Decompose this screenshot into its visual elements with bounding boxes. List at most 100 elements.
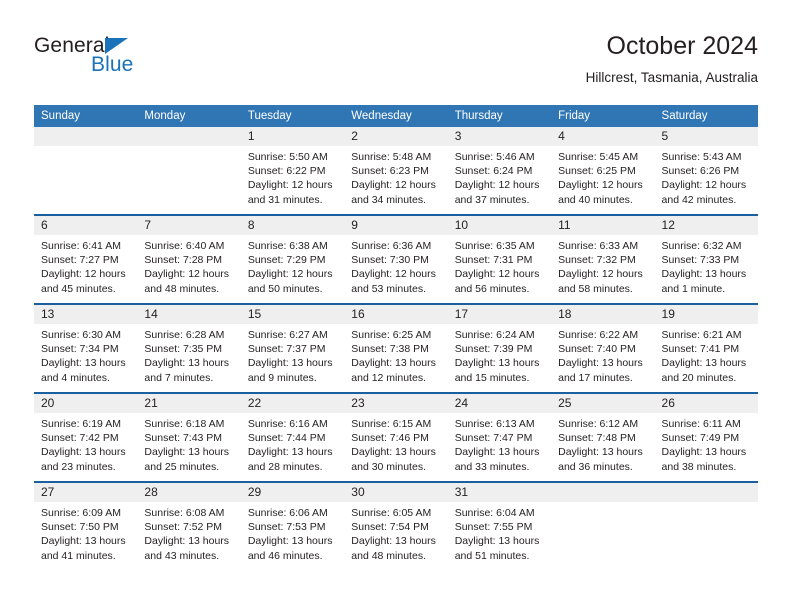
sunrise-time: Sunrise: 6:13 AM: [454, 418, 535, 430]
calendar-day-cell[interactable]: 27 Sunrise: 6:09 AM Sunset: 7:50 PM Dayligh…: [34, 481, 138, 570]
calendar-day-cell[interactable]: 25 Sunrise: 6:12 AM Sunset: 7:48 PM Dayligh…: [551, 392, 655, 482]
sunrise-time: Sunrise: 6:06 AM: [247, 507, 328, 519]
daylight-duration-line2: and 17 minutes.: [558, 371, 633, 384]
calendar-day-cell[interactable]: 22 Sunrise: 6:16 AM Sunset: 7:44 PM Dayligh…: [240, 392, 345, 482]
day-number: 14: [137, 305, 241, 324]
calendar-day-cell[interactable]: 26 Sunrise: 6:11 AM Sunset: 7:49 PM Dayligh…: [654, 392, 758, 482]
sunrise-time: Sunrise: 6:05 AM: [351, 507, 432, 519]
sunset-time: Sunset: 7:42 PM: [41, 432, 119, 445]
calendar-day-cell[interactable]: 18 Sunrise: 6:22 AM Sunset: 7:40 PM Dayligh…: [551, 303, 655, 393]
daylight-duration-line1: Daylight: 12 hours: [247, 179, 333, 192]
day-number: 10: [447, 216, 552, 235]
calendar-day-cell[interactable]: 6 Sunrise: 6:41 AM Sunset: 7:27 PM Daylight…: [34, 214, 138, 304]
calendar-day-cell[interactable]: 10 Sunrise: 6:35 AM Sunset: 7:31 PM Dayligh…: [447, 214, 552, 304]
sunrise-time: Sunrise: 5:46 AM: [454, 151, 535, 163]
sunset-time: Sunset: 7:27 PM: [41, 254, 119, 267]
sunrise-sunset-calendar-table: Sunday Monday Tuesday Wednesday Thursday…: [34, 105, 758, 570]
calendar-day-cell[interactable]: 7 Sunrise: 6:40 AM Sunset: 7:28 PM Daylight…: [137, 214, 241, 304]
page-header: General Blue October 2024 Hillcrest, Tas…: [34, 30, 758, 100]
calendar-day-cell[interactable]: 30 Sunrise: 6:05 AM Sunset: 7:54 PM Dayligh…: [344, 481, 448, 570]
calendar-day-cell[interactable]: 1 Sunrise: 5:50 AM Sunset: 6:22 PM Daylight…: [240, 127, 345, 215]
calendar-day-cell[interactable]: 21 Sunrise: 6:18 AM Sunset: 7:43 PM Dayligh…: [137, 392, 241, 482]
sunset-time: Sunset: 7:46 PM: [351, 432, 429, 445]
sunrise-time: Sunrise: 6:30 AM: [41, 329, 121, 341]
daylight-duration-line1: Daylight: 12 hours: [558, 268, 643, 281]
calendar-week-row: 6 Sunrise: 6:41 AM Sunset: 7:27 PM Daylight…: [34, 214, 758, 304]
day-number: 26: [654, 394, 758, 413]
day-details: Sunrise: 6:22 AM Sunset: 7:40 PM Daylight:…: [551, 324, 654, 392]
day-details: Sunrise: 5:48 AM Sunset: 6:23 PM Daylight:…: [344, 146, 447, 214]
sunset-time: Sunset: 7:34 PM: [41, 343, 119, 356]
calendar-day-cell[interactable]: 19 Sunrise: 6:21 AM Sunset: 7:41 PM Dayligh…: [654, 303, 758, 393]
calendar-day-cell-empty: [654, 481, 758, 570]
daylight-duration-line1: Daylight: 13 hours: [351, 357, 436, 370]
calendar-day-cell[interactable]: 4 Sunrise: 5:45 AM Sunset: 6:25 PM Daylight…: [551, 127, 655, 215]
daylight-duration-line1: Daylight: 12 hours: [41, 268, 126, 281]
weekday-header-thursday: Thursday: [447, 105, 552, 127]
sunrise-time: Sunrise: 6:36 AM: [351, 240, 432, 252]
daylight-duration-line2: and 56 minutes.: [454, 282, 530, 295]
day-number: 18: [551, 305, 655, 324]
daylight-duration-line2: and 48 minutes.: [144, 282, 220, 295]
day-details: Sunrise: 6:21 AM Sunset: 7:41 PM Daylight:…: [655, 324, 758, 392]
sunset-time: Sunset: 6:22 PM: [247, 165, 326, 178]
day-number: 30: [344, 483, 448, 502]
calendar-day-cell[interactable]: 23 Sunrise: 6:15 AM Sunset: 7:46 PM Dayligh…: [344, 392, 448, 482]
calendar-day-cell[interactable]: 31 Sunrise: 6:04 AM Sunset: 7:55 PM Dayligh…: [447, 481, 552, 570]
day-details: Sunrise: 6:18 AM Sunset: 7:43 PM Daylight:…: [137, 413, 240, 481]
day-details: Sunrise: 5:50 AM Sunset: 6:22 PM Daylight:…: [241, 146, 344, 214]
sunset-time: Sunset: 7:41 PM: [661, 343, 740, 356]
calendar-day-cell-empty: [137, 127, 241, 215]
sunset-time: Sunset: 7:37 PM: [247, 343, 326, 356]
daylight-duration-line1: Daylight: 13 hours: [247, 535, 333, 548]
weekday-header-saturday: Saturday: [654, 105, 758, 127]
calendar-day-cell[interactable]: 29 Sunrise: 6:06 AM Sunset: 7:53 PM Dayligh…: [240, 481, 345, 570]
daylight-duration-line1: Daylight: 12 hours: [661, 179, 747, 192]
calendar-week-row: 1 Sunrise: 5:50 AM Sunset: 6:22 PM Daylight…: [34, 127, 758, 215]
calendar-day-cell[interactable]: 14 Sunrise: 6:28 AM Sunset: 7:35 PM Dayligh…: [137, 303, 241, 393]
sunset-time: Sunset: 7:54 PM: [351, 521, 429, 534]
daylight-duration-line2: and 4 minutes.: [41, 371, 110, 384]
calendar-day-cell[interactable]: 5 Sunrise: 5:43 AM Sunset: 6:26 PM Daylight…: [654, 127, 758, 215]
calendar-page: General Blue October 2024 Hillcrest, Tas…: [0, 0, 792, 612]
calendar-day-cell[interactable]: 9 Sunrise: 6:36 AM Sunset: 7:30 PM Daylight…: [344, 214, 448, 304]
daylight-duration-line1: Daylight: 12 hours: [454, 179, 540, 192]
daylight-duration-line1: Daylight: 13 hours: [144, 535, 230, 548]
sunrise-time: Sunrise: 6:22 AM: [558, 329, 639, 341]
sunset-time: Sunset: 7:52 PM: [144, 521, 223, 534]
sunset-time: Sunset: 7:43 PM: [144, 432, 223, 445]
day-number: 22: [240, 394, 345, 413]
calendar-day-cell[interactable]: 12 Sunrise: 6:32 AM Sunset: 7:33 PM Dayligh…: [654, 214, 758, 304]
day-details: Sunrise: 6:33 AM Sunset: 7:32 PM Daylight:…: [551, 235, 654, 303]
daylight-duration-line2: and 41 minutes.: [41, 549, 116, 562]
calendar-day-cell[interactable]: 15 Sunrise: 6:27 AM Sunset: 7:37 PM Dayligh…: [240, 303, 345, 393]
calendar-day-cell[interactable]: 11 Sunrise: 6:33 AM Sunset: 7:32 PM Dayligh…: [551, 214, 655, 304]
sunrise-time: Sunrise: 6:40 AM: [144, 240, 225, 252]
sunset-time: Sunset: 6:25 PM: [558, 165, 636, 178]
calendar-day-cell[interactable]: 3 Sunrise: 5:46 AM Sunset: 6:24 PM Daylight…: [447, 127, 552, 215]
daylight-duration-line2: and 53 minutes.: [351, 282, 426, 295]
sunrise-time: Sunrise: 6:41 AM: [41, 240, 121, 252]
calendar-day-cell[interactable]: 17 Sunrise: 6:24 AM Sunset: 7:39 PM Dayligh…: [447, 303, 552, 393]
sunrise-time: Sunrise: 6:09 AM: [41, 507, 121, 519]
day-number: 3: [447, 127, 552, 146]
day-number: 21: [137, 394, 241, 413]
calendar-day-cell[interactable]: 2 Sunrise: 5:48 AM Sunset: 6:23 PM Daylight…: [344, 127, 448, 215]
daylight-duration-line1: Daylight: 13 hours: [41, 446, 126, 459]
sunset-time: Sunset: 7:49 PM: [661, 432, 740, 445]
calendar-day-cell[interactable]: 16 Sunrise: 6:25 AM Sunset: 7:38 PM Dayligh…: [344, 303, 448, 393]
daylight-duration-line1: Daylight: 12 hours: [247, 268, 333, 281]
sunset-time: Sunset: 7:33 PM: [661, 254, 740, 267]
calendar-day-cell[interactable]: 28 Sunrise: 6:08 AM Sunset: 7:52 PM Dayligh…: [137, 481, 241, 570]
daylight-duration-line1: Daylight: 12 hours: [144, 268, 230, 281]
calendar-day-cell[interactable]: 8 Sunrise: 6:38 AM Sunset: 7:29 PM Daylight…: [240, 214, 345, 304]
daylight-duration-line1: Daylight: 13 hours: [247, 357, 333, 370]
calendar-day-cell[interactable]: 13 Sunrise: 6:30 AM Sunset: 7:34 PM Dayligh…: [34, 303, 138, 393]
day-number: 13: [34, 305, 138, 324]
calendar-day-cell[interactable]: 24 Sunrise: 6:13 AM Sunset: 7:47 PM Dayligh…: [447, 392, 552, 482]
sunset-time: Sunset: 7:30 PM: [351, 254, 429, 267]
sunset-time: Sunset: 7:32 PM: [558, 254, 636, 267]
sunrise-time: Sunrise: 6:16 AM: [247, 418, 328, 430]
calendar-day-cell[interactable]: 20 Sunrise: 6:19 AM Sunset: 7:42 PM Dayligh…: [34, 392, 138, 482]
sunrise-time: Sunrise: 6:32 AM: [661, 240, 742, 252]
